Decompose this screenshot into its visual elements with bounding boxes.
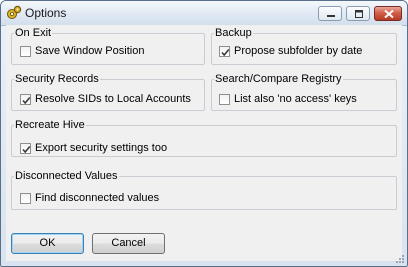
maximize-button[interactable] xyxy=(346,6,370,21)
checkbox-box[interactable] xyxy=(219,45,230,57)
checkbox-box[interactable] xyxy=(20,192,31,204)
window-title: Options xyxy=(25,6,67,20)
checkbox-box[interactable] xyxy=(20,45,31,57)
dialog-body: On Exit Save Window Position Backup Prop… xyxy=(6,25,402,261)
checkbox-label: Export security settings too xyxy=(35,142,168,154)
resolve-sids-checkbox[interactable]: Resolve SIDs to Local Accounts xyxy=(20,92,191,106)
close-button[interactable] xyxy=(374,6,402,21)
gear-icon xyxy=(6,5,22,21)
checkbox-label: Save Window Position xyxy=(35,45,145,57)
group-title-backup: Backup xyxy=(215,27,252,39)
group-title-search-compare: Search/Compare Registry xyxy=(215,73,342,85)
checkmark-icon xyxy=(221,48,230,56)
export-security-settings-checkbox[interactable]: Export security settings too xyxy=(20,141,167,155)
resize-grip-icon[interactable] xyxy=(395,254,405,264)
options-dialog: Options On Exit Save Window Position Bac… xyxy=(0,0,408,267)
group-title-disconnected-values: Disconnected Values xyxy=(15,170,118,182)
checkbox-box[interactable] xyxy=(20,142,31,154)
group-title-recreate-hive: Recreate Hive xyxy=(15,119,85,131)
save-window-position-checkbox[interactable]: Save Window Position xyxy=(20,44,144,58)
ok-button[interactable]: OK xyxy=(11,233,84,254)
checkmark-icon xyxy=(22,145,31,153)
find-disconnected-values-checkbox[interactable]: Find disconnected values xyxy=(20,191,159,205)
checkbox-label: Find disconnected values xyxy=(35,192,160,204)
checkbox-box[interactable] xyxy=(20,93,31,105)
cancel-button[interactable]: Cancel xyxy=(92,233,165,254)
checkbox-box[interactable] xyxy=(219,93,230,105)
title-bar[interactable]: Options xyxy=(1,1,407,26)
checkbox-label: Resolve SIDs to Local Accounts xyxy=(35,93,191,105)
propose-subfolder-checkbox[interactable]: Propose subfolder by date xyxy=(219,44,362,58)
group-title-security-records: Security Records xyxy=(15,73,99,85)
checkmark-icon xyxy=(22,96,31,104)
group-title-on-exit: On Exit xyxy=(15,27,52,39)
checkbox-label: Propose subfolder by date xyxy=(234,45,363,57)
minimize-button[interactable] xyxy=(318,6,342,21)
checkbox-label: List also 'no access' keys xyxy=(234,93,357,105)
list-no-access-keys-checkbox[interactable]: List also 'no access' keys xyxy=(219,92,357,106)
